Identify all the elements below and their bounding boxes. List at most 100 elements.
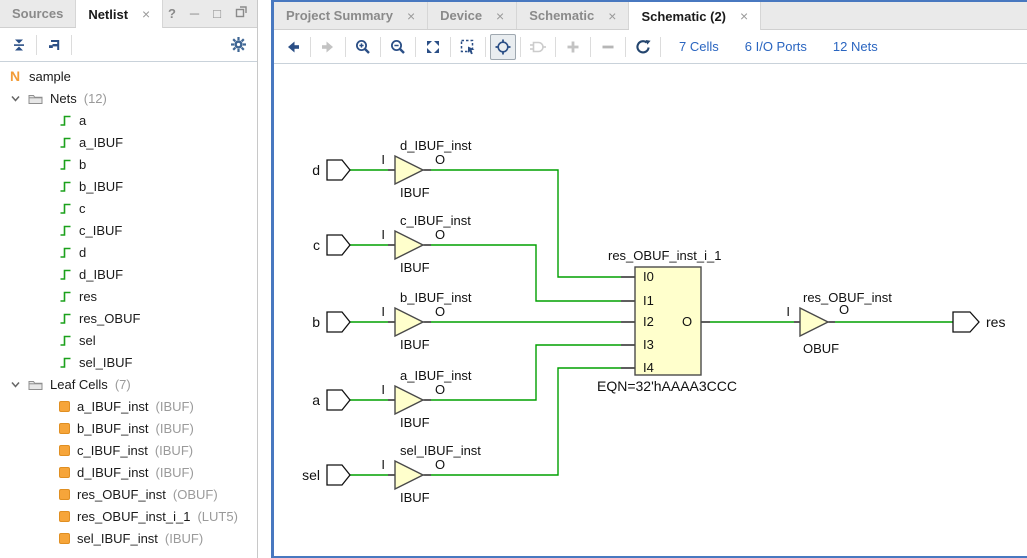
ibuf-cell-a[interactable] [395,386,423,414]
cell-icon [59,423,70,434]
cell-icon [59,511,70,522]
tree-net-d_IBUF[interactable]: d_IBUF [0,263,257,285]
net-icon [59,246,72,259]
net-icon [59,334,72,347]
tree-net-res_OBUF[interactable]: res_OBUF [0,307,257,329]
zoom-selection-icon[interactable] [455,34,481,60]
close-icon[interactable]: × [142,7,150,21]
net-icon [59,158,72,171]
chevron-down-icon[interactable] [10,379,21,390]
tree-net-c[interactable]: c [0,197,257,219]
schematic-canvas[interactable]: d I O d_IBUF_inst IBUF c I O c_IBUF_inst… [274,64,1027,556]
tree-cell-b_IBUF_inst[interactable]: b_IBUF_inst(IBUF) [0,417,257,439]
tree-root-sample[interactable]: N sample [0,65,257,87]
ibuf-cell-sel[interactable] [395,461,423,489]
refresh-icon[interactable] [630,34,656,60]
help-icon[interactable]: ? [168,6,176,21]
tree-net-sel_IBUF[interactable]: sel_IBUF [0,351,257,373]
minus-icon[interactable] [595,34,621,60]
maximize-icon[interactable]: □ [213,6,221,21]
group-count: (12) [84,91,107,106]
port-label: sel [302,467,320,483]
tab-netlist[interactable]: Netlist × [76,0,163,28]
netlist-n-icon: N [8,68,22,84]
tree-net-res[interactable]: res [0,285,257,307]
minimize-icon[interactable]: ─ [190,6,199,21]
folder-icon [28,92,43,105]
net-sel_IBUF[interactable] [431,368,621,475]
group-label: Nets [50,91,77,106]
toolbar-separator [71,35,72,55]
cell-icon [59,401,70,412]
zoom-in-icon[interactable] [350,34,376,60]
plus-icon[interactable] [560,34,586,60]
tree-group-nets[interactable]: Nets (12) [0,87,257,109]
cell-icon [59,489,70,500]
tree-net-c_IBUF[interactable]: c_IBUF [0,219,257,241]
instance-name: a_IBUF_inst [400,368,472,383]
tree-net-b[interactable]: b [0,153,257,175]
output-port-res[interactable] [953,312,979,332]
tree-cell-sel_IBUF_inst[interactable]: sel_IBUF_inst(IBUF) [0,527,257,549]
input-port-d[interactable] [327,160,350,180]
ibuf-cell-b[interactable] [395,308,423,336]
input-port-c[interactable] [327,235,350,255]
pin-out-label: O [435,152,445,167]
pin-out-label: O [435,227,445,242]
lut-pin-label: I2 [643,314,654,329]
tree-cell-res_OBUF_inst_i_1[interactable]: res_OBUF_inst_i_1(LUT5) [0,505,257,527]
zoom-out-icon[interactable] [385,34,411,60]
instance-name: b_IBUF_inst [400,290,472,305]
obuf-cell[interactable] [800,308,828,336]
ibuf-row-a: a I O a_IBUF_inst IBUF [312,368,472,430]
close-icon[interactable]: × [740,9,748,23]
cell-type: IBUF [400,260,430,275]
ibuf-row-c: c I O c_IBUF_inst IBUF [313,213,471,275]
tab-sources-label: Sources [12,6,63,21]
close-icon[interactable]: × [407,9,415,23]
tree-cell-res_OBUF_inst[interactable]: res_OBUF_inst(OBUF) [0,483,257,505]
tree-net-a[interactable]: a [0,109,257,131]
settings-gear-icon[interactable] [225,32,251,58]
add-gate-icon[interactable] [525,34,551,60]
back-icon[interactable] [280,34,306,60]
tree-net-a_IBUF[interactable]: a_IBUF [0,131,257,153]
input-port-a[interactable] [327,390,350,410]
input-port-sel[interactable] [327,465,350,485]
tree-group-leaf-cells[interactable]: Leaf Cells (7) [0,373,257,395]
tree-cell-d_IBUF_inst[interactable]: d_IBUF_inst(IBUF) [0,461,257,483]
close-icon[interactable]: × [608,9,616,23]
chevron-down-icon[interactable] [10,93,21,104]
ibuf-cell-c[interactable] [395,231,423,259]
pin-in-label: I [381,227,385,242]
collapse-all-icon[interactable] [6,32,32,58]
tree-net-sel[interactable]: sel [0,329,257,351]
float-icon[interactable] [235,6,247,21]
tab-schematic[interactable]: Schematic × [517,2,629,29]
autofit-selection-icon[interactable] [490,34,516,60]
ibuf-cell-d[interactable] [395,156,423,184]
close-icon[interactable]: × [496,9,504,23]
tab-project-summary[interactable]: Project Summary × [274,2,428,29]
tab-sources[interactable]: Sources [0,0,76,27]
cell-icon [59,467,70,478]
zoom-fit-icon[interactable] [420,34,446,60]
tab-device[interactable]: Device × [428,2,517,29]
nets-count-link[interactable]: 12 Nets [833,39,878,54]
input-port-b[interactable] [327,312,350,332]
tree-net-b_IBUF[interactable]: b_IBUF [0,175,257,197]
tab-schematic-2[interactable]: Schematic (2) × [629,2,761,30]
net-icon [59,224,72,237]
io-ports-count-link[interactable]: 6 I/O Ports [745,39,807,54]
hierarchy-icon[interactable] [41,32,67,58]
tree-net-d[interactable]: d [0,241,257,263]
tree-cell-a_IBUF_inst[interactable]: a_IBUF_inst(IBUF) [0,395,257,417]
net-icon [59,356,72,369]
net-icon [59,136,72,149]
tree-cell-c_IBUF_inst[interactable]: c_IBUF_inst(IBUF) [0,439,257,461]
forward-icon[interactable] [315,34,341,60]
cell-type: IBUF [400,490,430,505]
cells-count-link[interactable]: 7 Cells [679,39,719,54]
instance-name: res_OBUF_inst [803,290,892,305]
ibuf-row-d: d I O d_IBUF_inst IBUF [312,138,472,200]
